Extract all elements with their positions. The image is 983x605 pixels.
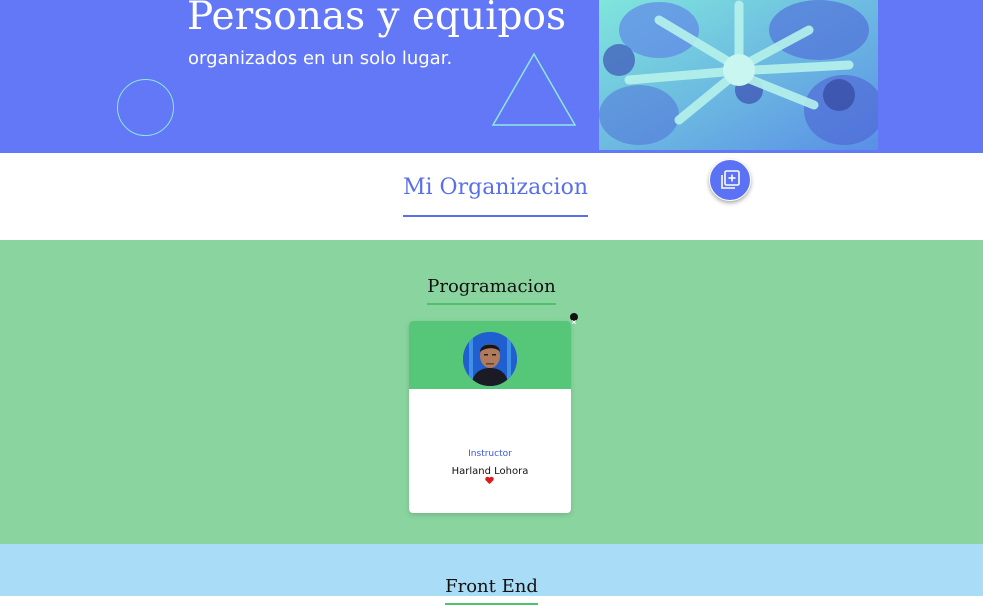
- organization-title: Mi Organizacion: [403, 173, 588, 217]
- card-header: [409, 321, 571, 389]
- member-card[interactable]: Instructor Harland Lohora: [409, 321, 571, 513]
- hero-subtitle: organizados en un solo lugar.: [188, 48, 453, 69]
- hero-title: Personas y equipos: [187, 0, 567, 39]
- team-title-label: Programacion: [427, 275, 556, 305]
- add-copy-icon: [721, 170, 740, 189]
- team-section-front-end: Front End: [0, 544, 983, 605]
- team-title: Programacion: [0, 275, 983, 305]
- organization-header: Mi Organizacion: [0, 153, 983, 240]
- avatar: [463, 332, 517, 386]
- decorative-circle: [117, 79, 174, 136]
- member-role: Instructor: [468, 449, 512, 459]
- remove-member-button[interactable]: [570, 313, 578, 325]
- team-title: Front End: [0, 575, 983, 605]
- team-section-programacion: Programacion Instructor Harland Lohora: [0, 240, 983, 544]
- decorative-triangle: [491, 52, 577, 126]
- heart-icon[interactable]: [485, 476, 494, 485]
- team-title-label: Front End: [445, 575, 538, 605]
- add-team-button[interactable]: [709, 159, 751, 201]
- close-icon: [571, 319, 577, 325]
- hero-image-team-hands: [599, 0, 878, 150]
- hero-banner: Personas y equipos organizados en un sol…: [0, 0, 983, 153]
